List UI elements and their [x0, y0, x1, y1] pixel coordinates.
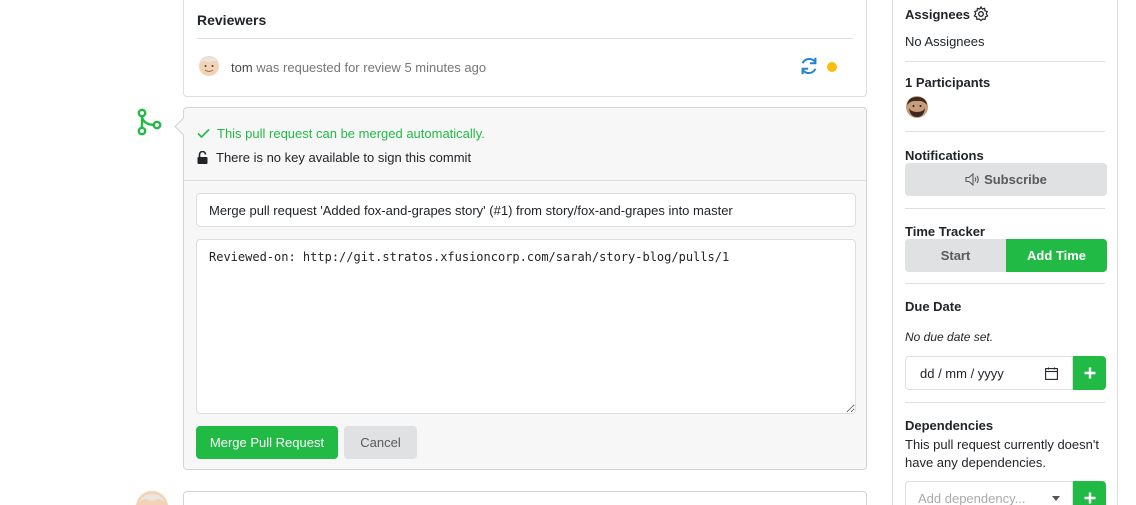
add-dependency-button[interactable] — [1073, 481, 1106, 505]
calendar-icon[interactable] — [1045, 367, 1058, 380]
sidebar: Assignees No Assignees 1 Participants No… — [892, 0, 1118, 505]
notifications-section: Notifications — [905, 148, 1105, 163]
signing-key-text: There is no key available to sign this c… — [216, 150, 472, 165]
next-comment-box — [183, 491, 867, 505]
due-date-value: No due date set. — [905, 330, 994, 344]
merge-message-textarea[interactable]: Reviewed-on: http://git.stratos.xfusionc… — [196, 239, 856, 414]
merge-pull-request-button[interactable]: Merge Pull Request — [196, 426, 338, 459]
time-tracker-title: Time Tracker — [905, 224, 985, 239]
assignees-value: No Assignees — [905, 34, 985, 49]
git-merge-icon — [137, 108, 162, 136]
date-placeholder: dd / mm / yyyy — [920, 365, 1004, 381]
sidebar-divider — [905, 283, 1105, 284]
pending-status-dot — [827, 62, 837, 72]
start-timer-button[interactable]: Start — [905, 239, 1006, 272]
assignees-header: Assignees — [905, 6, 1105, 22]
dependencies-title: Dependencies — [905, 418, 994, 433]
add-due-date-button[interactable] — [1073, 356, 1106, 390]
pull-request-page: Reviewers tom was requested for review 5… — [0, 0, 1136, 505]
subscribe-label: Subscribe — [984, 172, 1047, 187]
assignees-section: Assignees No Assignees — [905, 6, 1105, 49]
sidebar-divider — [905, 61, 1105, 62]
merge-panel-divider — [184, 180, 866, 181]
speaker-icon — [965, 173, 979, 186]
dependencies-text: This pull request currently doesn't have… — [905, 437, 1099, 470]
cancel-button[interactable]: Cancel — [344, 426, 417, 459]
reviewer-time: 5 minutes ago — [404, 60, 487, 75]
time-tracker-section: Time Tracker — [905, 224, 1105, 239]
due-date-title: Due Date — [905, 299, 962, 314]
reviewers-divider — [197, 38, 853, 39]
participant-avatar[interactable] — [905, 95, 929, 119]
plus-icon — [1084, 492, 1095, 504]
dependencies-section: Dependencies This pull request currently… — [905, 418, 1105, 472]
subscribe-button[interactable]: Subscribe — [905, 163, 1107, 196]
reviewer-avatar[interactable] — [198, 55, 220, 77]
reviewer-entry: tom was requested for review 5 minutes a… — [231, 60, 486, 75]
participants-title: 1 Participants — [905, 75, 991, 90]
assignees-title: Assignees — [905, 6, 971, 22]
gear-icon[interactable] — [973, 6, 989, 22]
merge-status-ok: This pull request can be merged automati… — [197, 126, 485, 141]
refresh-icon[interactable] — [798, 55, 820, 77]
reviewer-name[interactable]: tom — [231, 60, 253, 75]
sidebar-divider — [905, 131, 1105, 132]
reviewers-title: Reviewers — [197, 12, 267, 28]
commenter-avatar[interactable] — [136, 491, 168, 505]
merge-panel: This pull request can be merged automati… — [183, 107, 867, 470]
dropdown-caret-icon — [1052, 495, 1060, 501]
participants-section: 1 Participants — [905, 75, 1105, 122]
merge-status-ok-text: This pull request can be merged automati… — [217, 126, 485, 141]
due-date-section: Due Date No due date set. — [905, 299, 1105, 344]
check-icon — [197, 128, 210, 139]
sidebar-divider — [905, 208, 1105, 209]
add-dependency-select[interactable]: Add dependency... — [905, 481, 1073, 505]
dependency-placeholder: Add dependency... — [918, 490, 1026, 505]
sidebar-divider — [905, 402, 1105, 403]
reviewer-action: was requested for review — [256, 60, 401, 75]
add-time-button[interactable]: Add Time — [1006, 239, 1107, 272]
plus-icon — [1084, 367, 1095, 379]
merge-title-input[interactable] — [196, 193, 856, 227]
unlock-icon — [197, 151, 208, 164]
notifications-title: Notifications — [905, 148, 984, 163]
reviewers-box: Reviewers tom was requested for review 5… — [183, 0, 867, 97]
signing-key-status: There is no key available to sign this c… — [197, 150, 471, 165]
due-date-input[interactable]: dd / mm / yyyy — [905, 356, 1073, 390]
